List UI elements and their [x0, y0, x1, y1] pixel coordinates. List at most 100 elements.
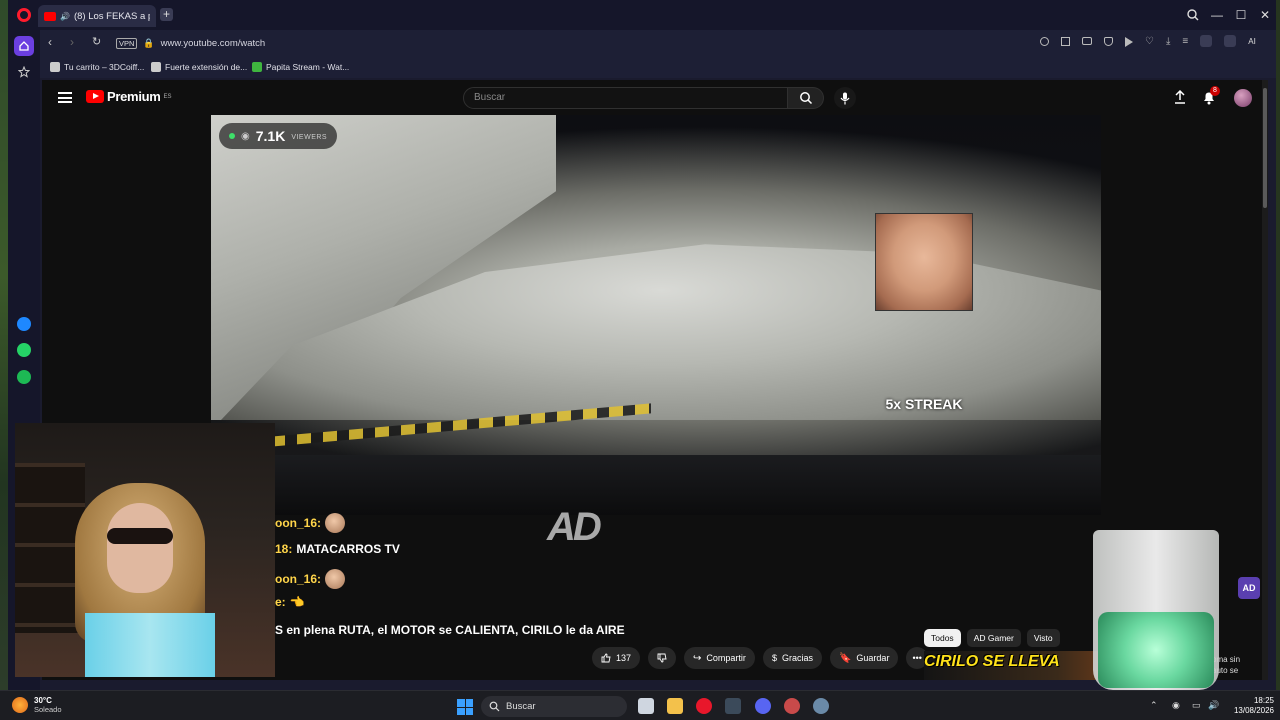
- notifications-button[interactable]: 8: [1202, 86, 1220, 105]
- desktop-wallpaper: [0, 0, 8, 690]
- save-button[interactable]: 🔖 Guardar: [829, 647, 899, 669]
- extensions-icon[interactable]: [1224, 35, 1237, 47]
- youtube-play-icon: [86, 90, 104, 103]
- upload-icon: [1175, 90, 1185, 104]
- streak-meme-image: [875, 213, 973, 311]
- task-view-icon[interactable]: [638, 698, 654, 714]
- home-icon[interactable]: [14, 36, 34, 56]
- share-arrow-icon: ↪: [693, 652, 702, 664]
- webcam-sunglasses: [107, 528, 173, 544]
- minimize-button[interactable]: —: [1209, 7, 1225, 23]
- search-button[interactable]: [788, 87, 824, 109]
- chat-message: e: 👈: [275, 595, 305, 609]
- forward-button[interactable]: ›: [70, 35, 74, 49]
- search-tabs-icon[interactable]: [1185, 7, 1201, 23]
- vpn-badge[interactable]: VPN: [116, 37, 138, 49]
- heart-icon[interactable]: ♡: [1145, 37, 1154, 47]
- scrollbar-thumb[interactable]: [1263, 88, 1267, 208]
- camera-icon[interactable]: [1082, 37, 1092, 45]
- youtube-header: Premium ES Buscar 8: [42, 80, 1268, 116]
- eye-icon: ◉: [241, 130, 250, 142]
- bookmark-item[interactable]: Fuerte extensión de...: [151, 60, 247, 74]
- edit-icon[interactable]: [1061, 37, 1070, 46]
- thumbs-down-icon: [657, 653, 667, 663]
- settings-gear-icon[interactable]: [813, 698, 829, 714]
- audio-playing-icon[interactable]: 🔊: [60, 12, 70, 21]
- windows-taskbar: 30°C Soleado Buscar ⌃ ◉ ▭ 🔊 18:25 13/08/…: [0, 690, 1280, 720]
- whatsapp-icon[interactable]: [14, 340, 34, 360]
- shield-icon[interactable]: [1104, 37, 1113, 46]
- emote-icon: [325, 513, 346, 533]
- back-button[interactable]: ‹: [48, 35, 52, 49]
- discord-icon[interactable]: [755, 698, 771, 714]
- dislike-button[interactable]: [648, 647, 677, 669]
- thanks-button[interactable]: $ Gracias: [762, 647, 822, 669]
- maximize-button[interactable]: ☐: [1233, 7, 1249, 23]
- profile-icon[interactable]: [1200, 35, 1213, 47]
- hamburger-menu-icon[interactable]: [58, 92, 72, 103]
- youtube-logo[interactable]: Premium ES: [86, 89, 172, 104]
- sun-icon: [12, 697, 28, 713]
- url-field[interactable]: VPN 🔒 www.youtube.com/watch: [116, 34, 996, 52]
- start-button[interactable]: [457, 699, 473, 715]
- menu-icon[interactable]: ≡: [1182, 37, 1188, 47]
- video-title: S en plena RUTA, el MOTOR se CALIENTA, C…: [275, 623, 625, 637]
- recommended-video-thumbnail[interactable]: CIRILO SE LLEVA: [924, 651, 1114, 680]
- reload-button[interactable]: ↻: [92, 35, 101, 48]
- bookmark-item[interactable]: Papita Stream - Wat...: [252, 60, 349, 74]
- bookmark-item[interactable]: Tu carrito – 3DCoiff...: [50, 60, 144, 74]
- live-dot-icon: [229, 133, 235, 139]
- share-button[interactable]: ↪ Compartir: [684, 647, 755, 669]
- video-player[interactable]: ◉ 7.1K VIEWERS 5x STREAK: [211, 115, 1101, 515]
- new-tab-button[interactable]: +: [160, 8, 173, 21]
- recommendation-chips: Todos AD Gamer Visto: [924, 629, 1060, 647]
- chat-message: 18: MATACARROS TV: [275, 542, 400, 556]
- bookmark-favicon-icon: [252, 62, 262, 72]
- search-icon: [489, 701, 500, 712]
- play-icon[interactable]: [1125, 37, 1133, 47]
- chip-ad-gamer[interactable]: AD Gamer: [966, 629, 1021, 647]
- address-bar: ‹ › ↻ VPN 🔒 www.youtube.com/watch ♡ ⤓ ≡ …: [40, 30, 1276, 56]
- streamer-webcam: [15, 423, 275, 677]
- opera-browser-icon[interactable]: [696, 698, 712, 714]
- volume-icon[interactable]: 🔊: [1208, 700, 1219, 711]
- channel-watermark: AD: [547, 505, 602, 549]
- streak-text: 5x STREAK: [885, 396, 963, 412]
- tab-bar: 🔊 (8) Los FEKAS a punto + — ☐ ✕: [8, 0, 1276, 30]
- more-icon: •••: [912, 653, 922, 663]
- tab-youtube[interactable]: 🔊 (8) Los FEKAS a punto: [38, 5, 156, 27]
- tray-app-icon[interactable]: ◉: [1172, 700, 1180, 711]
- voice-search-button[interactable]: [834, 87, 856, 109]
- microphone-icon: [840, 92, 850, 104]
- messenger-icon[interactable]: [14, 314, 34, 334]
- emote-icon: [325, 569, 346, 589]
- close-window-button[interactable]: ✕: [1257, 7, 1273, 23]
- find-icon[interactable]: [1040, 37, 1049, 46]
- tray-chevron-icon[interactable]: ⌃: [1150, 700, 1158, 711]
- like-button[interactable]: 137: [592, 647, 641, 669]
- chip-watched[interactable]: Visto: [1026, 629, 1060, 647]
- chip-all[interactable]: Todos: [924, 629, 961, 647]
- upload-button[interactable]: [1173, 90, 1187, 104]
- network-icon[interactable]: ▭: [1192, 700, 1201, 711]
- search-input[interactable]: Buscar: [463, 87, 788, 109]
- taskbar-search[interactable]: Buscar: [481, 696, 627, 717]
- obs-icon[interactable]: [784, 698, 800, 714]
- viewers-counter: ◉ 7.1K VIEWERS: [219, 123, 338, 149]
- bookmarks-bar: Tu carrito – 3DCoiff... Fuerte extensión…: [40, 56, 1276, 78]
- glass-clover-fill: [1098, 612, 1214, 688]
- lock-icon[interactable]: 🔒: [143, 38, 154, 49]
- spotify-icon[interactable]: [14, 367, 34, 387]
- system-clock[interactable]: 18:25 13/08/2026: [1224, 696, 1274, 716]
- thumbs-up-icon: [601, 653, 611, 663]
- opera-logo-icon[interactable]: [17, 8, 31, 22]
- download-icon[interactable]: ⤓: [1166, 37, 1170, 47]
- channel-badge: AD: [1238, 577, 1260, 599]
- url-text: www.youtube.com/watch: [160, 37, 266, 49]
- account-avatar[interactable]: [1234, 89, 1252, 107]
- ai-button[interactable]: AI: [1248, 37, 1256, 47]
- bookmarks-star-icon[interactable]: [14, 62, 34, 82]
- weather-widget[interactable]: 30°C Soleado: [12, 696, 62, 714]
- file-explorer-icon[interactable]: [667, 698, 683, 714]
- app-icon[interactable]: [725, 698, 741, 714]
